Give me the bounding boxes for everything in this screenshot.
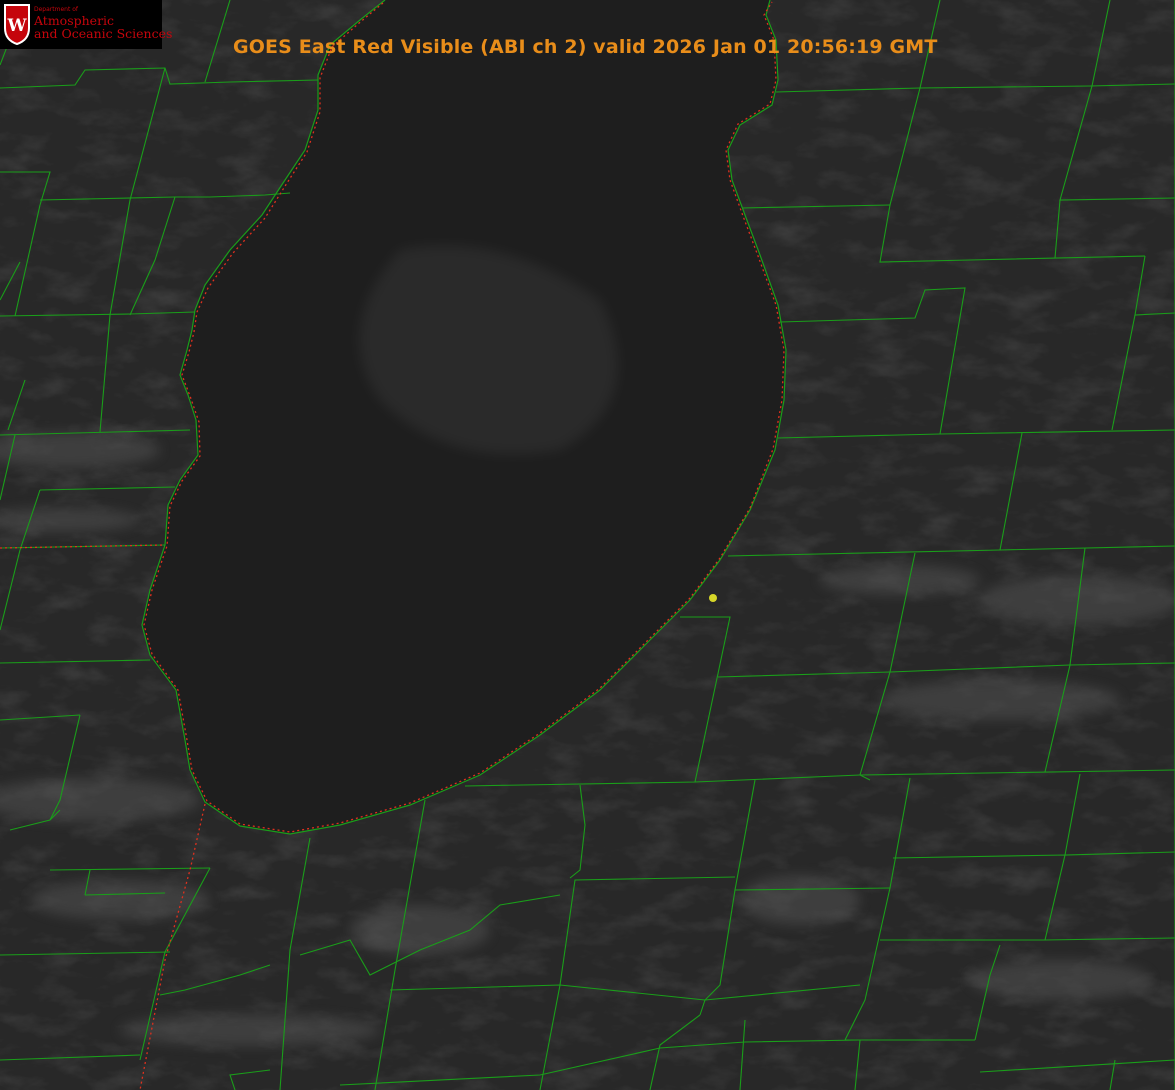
location-marker <box>709 594 717 602</box>
aos-logo: W Department of Atmospheric and Oceanic … <box>0 0 172 49</box>
logo-line-2: and Oceanic Sciences <box>34 26 173 41</box>
page-title: GOES East Red Visible (ABI ch 2) valid 2… <box>233 36 938 58</box>
logo-department: Department of <box>34 6 78 13</box>
uw-crest-icon: W <box>4 4 30 46</box>
satellite-map <box>0 0 1175 1090</box>
svg-text:W: W <box>6 16 27 36</box>
